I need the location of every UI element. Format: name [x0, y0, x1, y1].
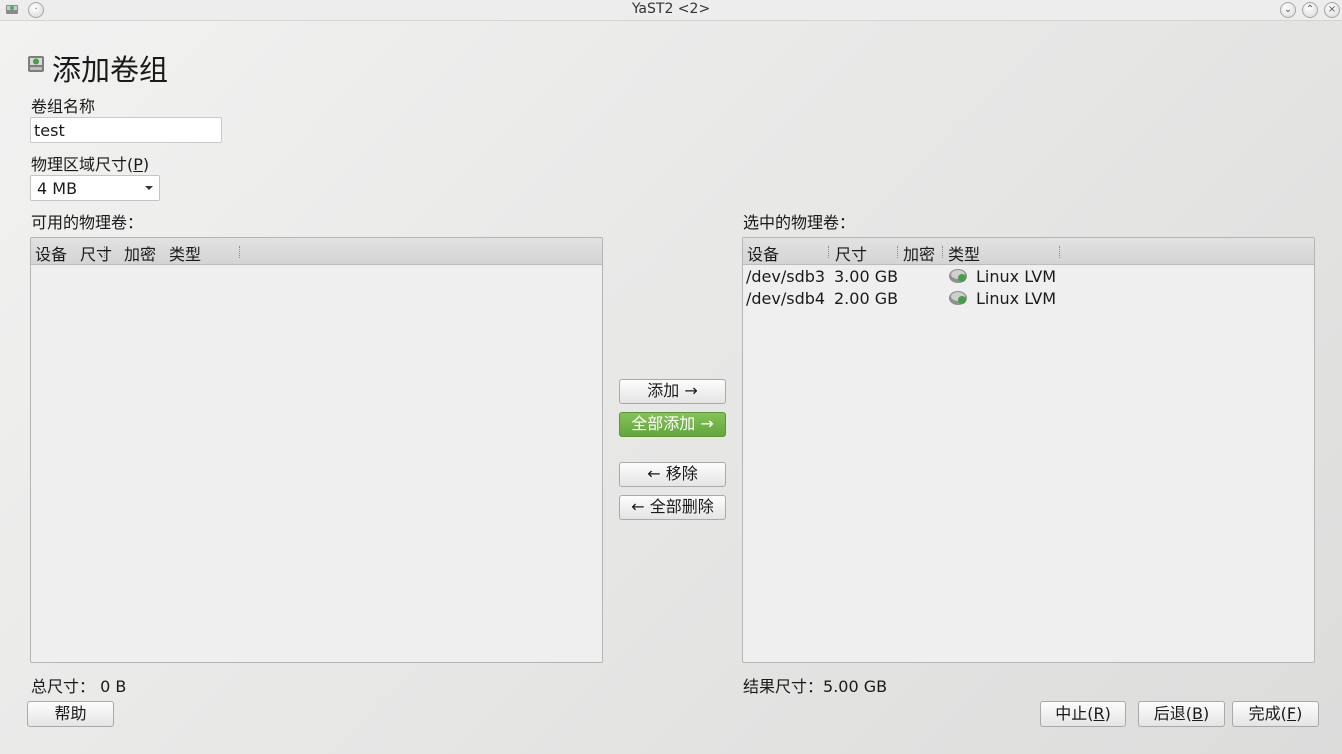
column-type[interactable]: 类型	[948, 241, 980, 265]
column-encrypted[interactable]: 加密	[903, 241, 935, 265]
minimize-icon[interactable]: ⌄	[1280, 2, 1296, 18]
lvm-disk-icon	[949, 269, 967, 283]
row-type: Linux LVM	[976, 289, 1057, 308]
chevron-down-icon	[145, 186, 153, 190]
table-row[interactable]: /dev/sdb3 3.00 GB Linux LVM	[743, 265, 1314, 287]
title-bar: · YaST2 <2> ⌄ ⌃ ×	[0, 0, 1342, 21]
remove-button[interactable]: ← 移除	[619, 462, 726, 487]
row-size: 2.00 GB	[834, 289, 899, 308]
lvm-disk-icon	[949, 291, 967, 305]
column-device[interactable]: 设备	[747, 241, 779, 265]
column-type[interactable]: 类型	[169, 241, 201, 265]
pe-size-label: 物理区域尺寸(P)	[31, 155, 150, 174]
total-size: 总尺寸： 0 B	[31, 677, 127, 696]
help-button[interactable]: 帮助	[27, 701, 114, 727]
pe-size-select[interactable]: 4 MB	[30, 175, 160, 201]
row-device: /dev/sdb3	[746, 267, 826, 286]
add-all-button[interactable]: 全部添加 →	[619, 412, 726, 437]
abort-button[interactable]: 中止(R)	[1040, 701, 1126, 727]
row-size: 3.00 GB	[834, 267, 899, 286]
vg-name-input[interactable]: test	[30, 117, 222, 143]
maximize-icon[interactable]: ⌃	[1302, 2, 1318, 18]
total-size-value: 0 B	[100, 677, 127, 696]
table-row[interactable]: /dev/sdb4 2.00 GB Linux LVM	[743, 287, 1314, 309]
finish-button[interactable]: 完成(F)	[1232, 701, 1319, 727]
remove-all-button[interactable]: ← 全部删除	[619, 495, 726, 520]
column-device[interactable]: 设备	[35, 241, 67, 265]
window-title: YaST2 <2>	[631, 1, 711, 17]
table-header: 设备 尺寸 加密 类型	[31, 238, 602, 265]
column-size[interactable]: 尺寸	[80, 241, 112, 265]
add-button[interactable]: 添加 →	[619, 379, 726, 404]
result-size-value: 5.00 GB	[823, 677, 888, 696]
available-pv-label: 可用的物理卷：	[31, 213, 144, 232]
table-header: 设备 尺寸 加密 类型	[743, 238, 1314, 265]
row-type: Linux LVM	[976, 267, 1057, 286]
pe-size-value: 4 MB	[37, 179, 78, 198]
selected-pv-table[interactable]: 设备 尺寸 加密 类型 /dev/sdb3 3.00 GB Linux LVM …	[742, 237, 1315, 663]
column-size[interactable]: 尺寸	[835, 241, 867, 265]
row-device: /dev/sdb4	[746, 289, 826, 308]
selected-pv-label: 选中的物理卷：	[743, 213, 856, 232]
close-icon[interactable]: ×	[1324, 2, 1340, 18]
drive-icon	[28, 56, 44, 72]
page-title: 添加卷组	[52, 53, 169, 87]
back-button[interactable]: 后退(B)	[1138, 701, 1225, 727]
available-pv-table[interactable]: 设备 尺寸 加密 类型	[30, 237, 603, 663]
result-size: 结果尺寸：5.00 GB	[743, 677, 888, 696]
vg-name-label: 卷组名称	[31, 97, 96, 116]
column-encrypted[interactable]: 加密	[124, 241, 156, 265]
